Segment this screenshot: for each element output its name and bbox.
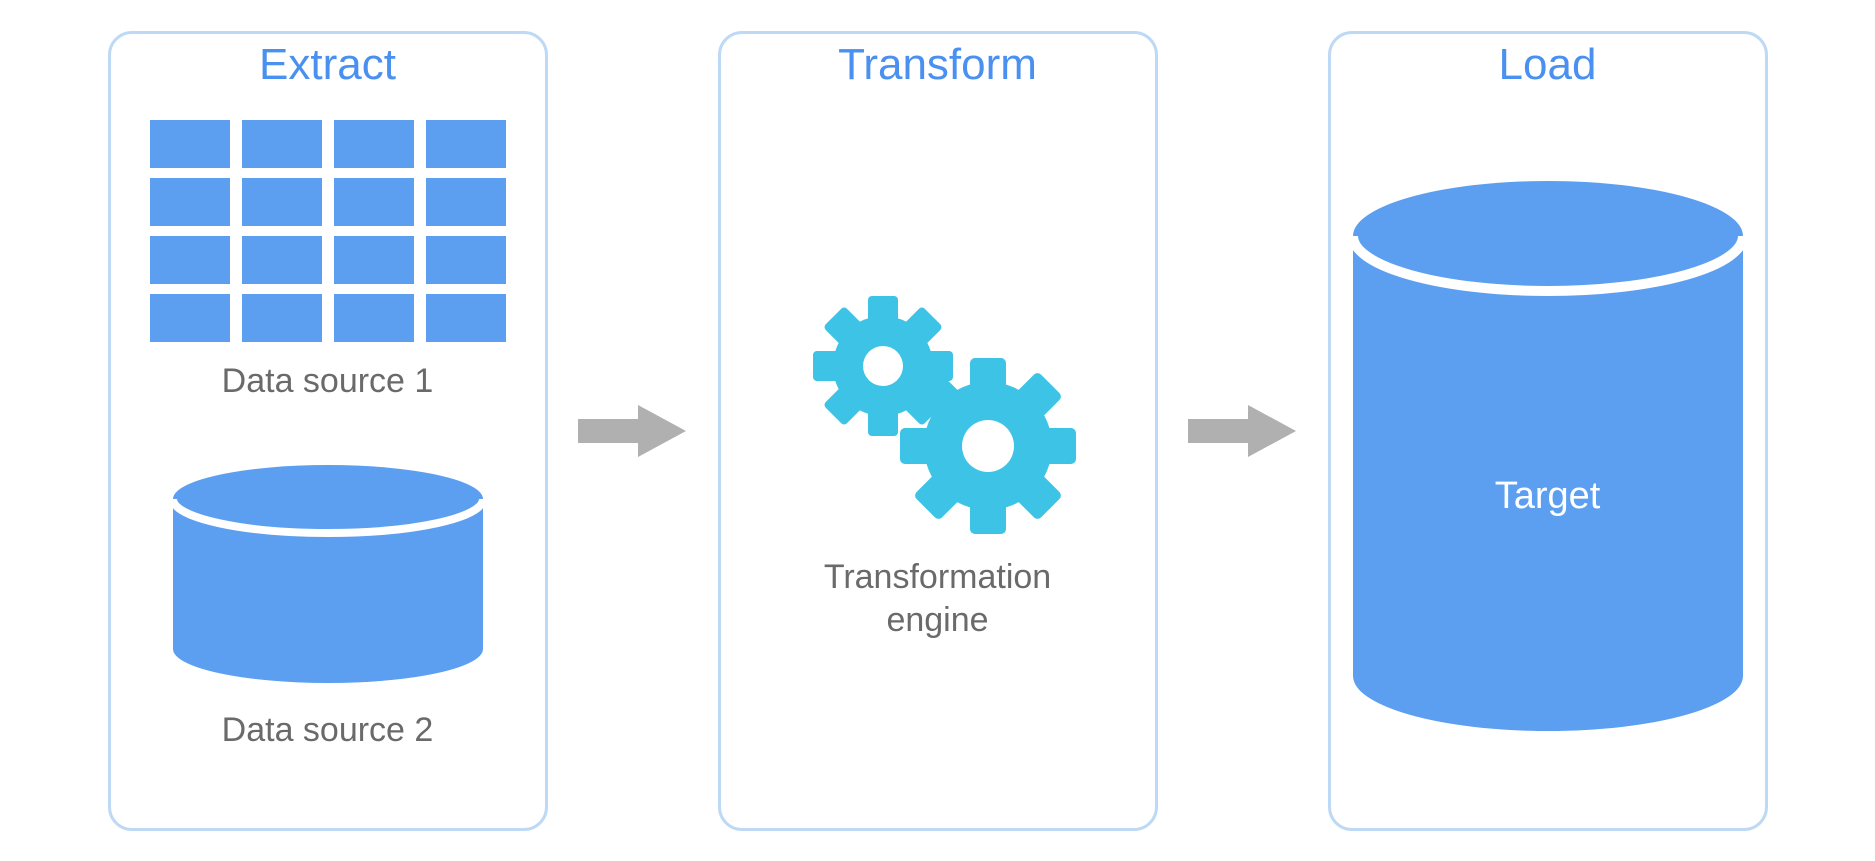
extract-content: Data source 1 Data source 2 [111, 90, 545, 828]
table-cell [242, 120, 322, 168]
arrow-right-icon [578, 401, 688, 461]
table-cell [334, 236, 414, 284]
table-cell [426, 236, 506, 284]
table-cell [334, 178, 414, 226]
data-source-2-label: Data source 2 [168, 711, 488, 750]
table-grid-icon [150, 120, 506, 342]
table-cell [150, 294, 230, 342]
load-stage: Load Target [1328, 31, 1768, 831]
data-source-2: Data source 2 [168, 461, 488, 750]
transformation-engine-label: Transformation engine [824, 556, 1051, 641]
load-title: Load [1499, 40, 1597, 90]
load-content: Target [1331, 90, 1765, 828]
extract-title: Extract [259, 40, 396, 90]
transform-content: Transformation engine [721, 90, 1155, 828]
database-cylinder-icon [1348, 176, 1748, 736]
data-source-1-label: Data source 1 [222, 362, 434, 401]
table-cell [334, 294, 414, 342]
table-cell [426, 178, 506, 226]
target-label: Target [1348, 475, 1748, 518]
arrow-extract-to-transform [578, 401, 688, 461]
table-cell [150, 120, 230, 168]
arrow-right-icon [1188, 401, 1298, 461]
table-cell [426, 294, 506, 342]
gears-icon [788, 276, 1088, 536]
transform-title: Transform [838, 40, 1037, 90]
etl-diagram: Extract Data source 1 [0, 0, 1875, 861]
target-cylinder: Target [1348, 176, 1748, 741]
transformation-engine-label-line1: Transformation [824, 558, 1051, 596]
database-cylinder-icon [168, 461, 488, 691]
arrow-transform-to-load [1188, 401, 1298, 461]
table-cell [150, 236, 230, 284]
table-cell [334, 120, 414, 168]
table-cell [242, 236, 322, 284]
table-cell [242, 294, 322, 342]
table-cell [150, 178, 230, 226]
table-cell [242, 178, 322, 226]
transform-stage: Transform [718, 31, 1158, 831]
table-cell [426, 120, 506, 168]
transformation-engine-label-line2: engine [886, 601, 988, 639]
extract-stage: Extract Data source 1 [108, 31, 548, 831]
